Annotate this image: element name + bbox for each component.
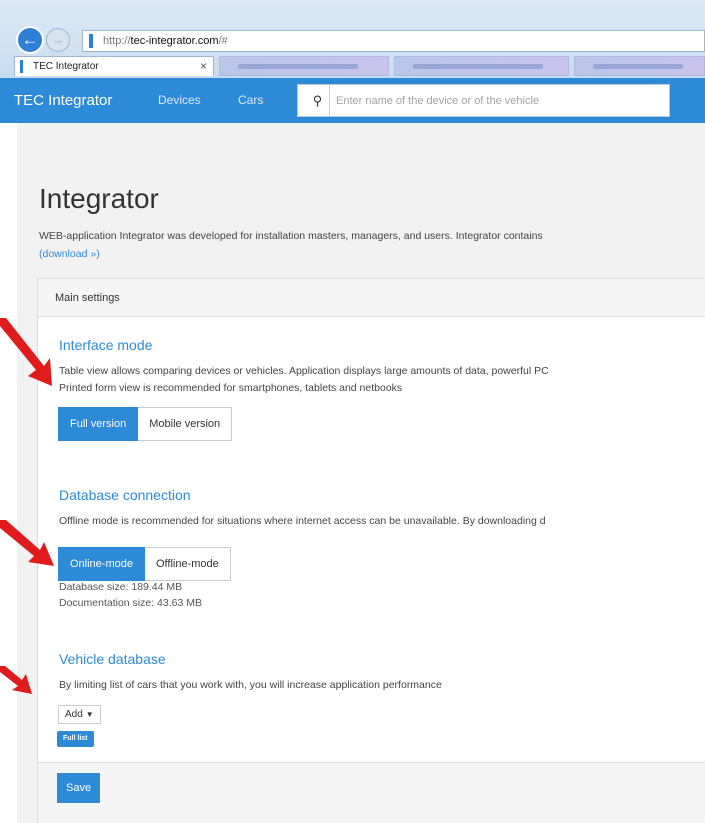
vehicle-database-title: Vehicle database [59,651,166,667]
blurred-tab-title [413,64,543,69]
search-input[interactable] [336,85,666,116]
app-navbar: TEC Integrator Devices Cars ⚲ [0,78,705,123]
search-box: ⚲ [297,84,670,117]
database-mode-toggle: Online-mode Offline-mode [58,547,231,581]
address-bar[interactable]: http://tec-integrator.com/# [82,30,705,52]
browser-tab-title: TEC Integrator [33,61,99,72]
page-title: Integrator [39,183,159,214]
interface-mode-desc: Table view allows comparing devices or v… [59,363,705,397]
interface-mode-title: Interface mode [59,337,153,353]
url-host: tec-integrator.com [130,35,219,47]
vehicle-database-desc: By limiting list of cars that you work w… [59,679,442,691]
site-favicon-icon [20,60,23,73]
online-mode-button[interactable]: Online-mode [58,547,145,581]
nav-link-devices[interactable]: Devices [158,78,201,123]
search-icon[interactable]: ⚲ [306,85,330,116]
browser-tabs: TEC Integrator × [14,56,705,76]
nav-link-cars[interactable]: Cars [238,78,263,123]
page-content: Integrator WEB-application Integrator wa… [17,123,705,823]
settings-panel: Main settings Interface mode Table view … [37,278,705,823]
save-button[interactable]: Save [57,773,101,803]
browser-tab[interactable] [219,56,389,76]
vehicle-list-tag[interactable]: Full list [57,731,94,747]
arrow-left-icon: ← [21,30,39,49]
browser-chrome: ← → http://tec-integrator.com/# TEC Inte… [0,0,705,78]
caret-down-icon: ▼ [85,710,94,719]
interface-desc-line2: Printed form view is recommended for sma… [59,382,403,394]
close-icon[interactable]: × [200,57,207,76]
blurred-tab-title [593,64,683,69]
lead-text: WEB-application Integrator was developed… [39,230,543,242]
browser-tab-active[interactable]: TEC Integrator × [14,56,214,76]
full-version-button[interactable]: Full version [58,407,139,441]
blurred-tab-title [238,64,358,69]
offline-mode-button[interactable]: Offline-mode [144,547,231,581]
browser-logo-icon [89,34,93,48]
brand-link[interactable]: TEC Integrator [14,78,112,123]
download-link[interactable]: (download ») [39,248,100,260]
back-button[interactable]: ← [16,26,44,54]
add-dropdown-label: Add [65,709,83,720]
mobile-version-button[interactable]: Mobile version [138,407,233,441]
database-connection-title: Database connection [59,487,191,503]
database-connection-desc: Offline mode is recommended for situatio… [59,515,546,527]
panel-heading: Main settings [38,279,705,317]
interface-desc-line1: Table view allows comparing devices or v… [59,365,549,377]
forward-button[interactable]: → [46,28,70,52]
arrow-right-icon: → [51,32,65,47]
browser-tab[interactable] [574,56,705,76]
browser-tab[interactable] [394,56,569,76]
add-dropdown[interactable]: Add ▼ [58,705,101,724]
page-lead: WEB-application Integrator was developed… [39,227,705,263]
url-protocol: http:// [103,35,131,47]
documentation-size: Documentation size: 43.63 MB [59,597,202,609]
panel-footer: Save [38,762,705,823]
url-path: /# [218,35,228,47]
database-size: Database size: 189.44 MB [59,581,183,593]
interface-mode-toggle: Full version Mobile version [58,407,233,441]
